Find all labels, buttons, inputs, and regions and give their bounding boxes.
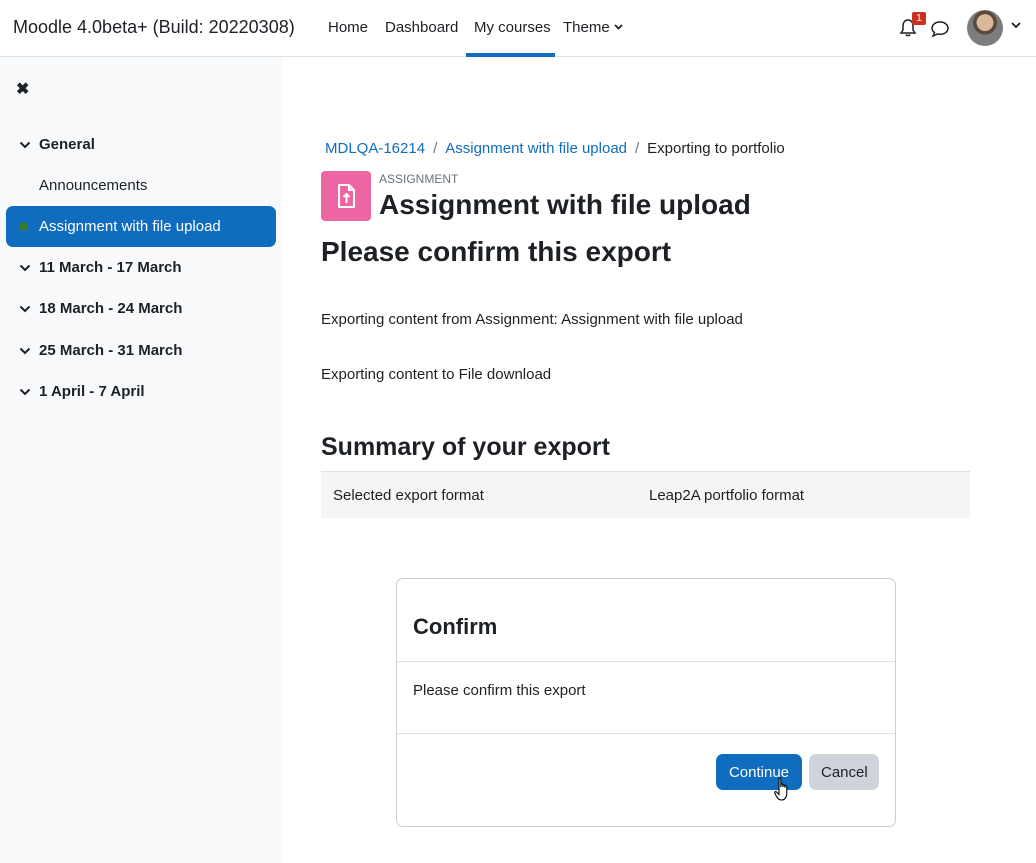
summary-table-row: Selected export format Leap2A portfolio …	[321, 471, 970, 518]
confirm-heading: Please confirm this export	[321, 236, 672, 267]
chevron-down-icon	[19, 141, 31, 149]
completion-dot-icon	[19, 222, 28, 231]
notification-badge: 1	[912, 12, 926, 25]
breadcrumb: MDLQA-16214/Assignment with file upload /…	[325, 140, 785, 157]
confirm-dialog: Confirm Please confirm this export Conti…	[396, 578, 896, 827]
top-navbar: Moodle 4.0beta+ (Build: 20220308) Home D…	[0, 0, 1036, 57]
chevron-down-icon	[19, 305, 31, 313]
file-upload-icon	[321, 171, 371, 221]
breadcrumb-current: Exporting to portfolio	[647, 140, 785, 157]
section-label: 18 March - 24 March	[39, 300, 183, 317]
activity-announcements[interactable]: Announcements	[39, 177, 147, 194]
confirm-title: Confirm	[413, 614, 498, 639]
message-icon[interactable]	[930, 19, 950, 39]
hand-cursor-icon	[774, 777, 788, 801]
nav-my-courses[interactable]: My courses	[474, 19, 551, 36]
section-general[interactable]: General	[18, 136, 95, 153]
section-week-3[interactable]: 25 March - 31 March	[18, 342, 182, 359]
section-label: 1 April - 7 April	[39, 383, 145, 400]
section-label: 25 March - 31 March	[39, 342, 183, 359]
divider	[397, 661, 895, 662]
nav-theme[interactable]: Theme	[563, 19, 623, 36]
section-label: 11 March - 17 March	[39, 259, 182, 276]
export-source-text: Exporting content from Assignment: Assig…	[321, 311, 743, 328]
breadcrumb-course[interactable]: MDLQA-16214	[325, 140, 425, 157]
site-name[interactable]: Moodle 4.0beta+ (Build: 20220308)	[13, 17, 295, 38]
activity-label: Assignment with file upload	[39, 218, 221, 235]
nav-dashboard[interactable]: Dashboard	[385, 19, 458, 36]
chevron-down-icon	[19, 347, 31, 355]
summary-value: Leap2A portfolio format	[649, 487, 805, 504]
export-destination-text: Exporting content to File download	[321, 366, 552, 383]
chevron-down-icon	[19, 264, 31, 272]
section-week-2[interactable]: 18 March - 24 March	[18, 300, 182, 317]
close-icon[interactable]: ✖	[16, 79, 29, 99]
confirm-message: Please confirm this export	[413, 682, 586, 699]
summary-label: Selected export format	[333, 487, 484, 504]
section-week-4[interactable]: 1 April - 7 April	[18, 383, 145, 400]
nav-active-indicator	[466, 53, 555, 57]
cancel-button[interactable]: Cancel	[809, 754, 879, 790]
user-avatar[interactable]	[967, 10, 1003, 46]
chevron-down-icon	[614, 24, 623, 30]
activity-assignment-active[interactable]: Assignment with file upload	[6, 206, 276, 247]
chevron-down-icon	[19, 388, 31, 396]
nav-theme-label: Theme	[563, 19, 610, 36]
activity-type: ASSIGNMENT	[379, 172, 459, 186]
chevron-down-icon[interactable]	[1011, 22, 1021, 29]
section-label: General	[39, 136, 95, 153]
breadcrumb-assignment[interactable]: Assignment with file upload	[445, 140, 627, 157]
divider	[397, 733, 895, 734]
course-index-drawer: ✖ General Announcements Assignment with …	[0, 57, 282, 863]
section-week-1[interactable]: 11 March - 17 March	[18, 259, 182, 276]
page-title: Assignment with file upload	[379, 189, 751, 220]
nav-home[interactable]: Home	[328, 19, 368, 36]
summary-heading: Summary of your export	[321, 433, 610, 461]
